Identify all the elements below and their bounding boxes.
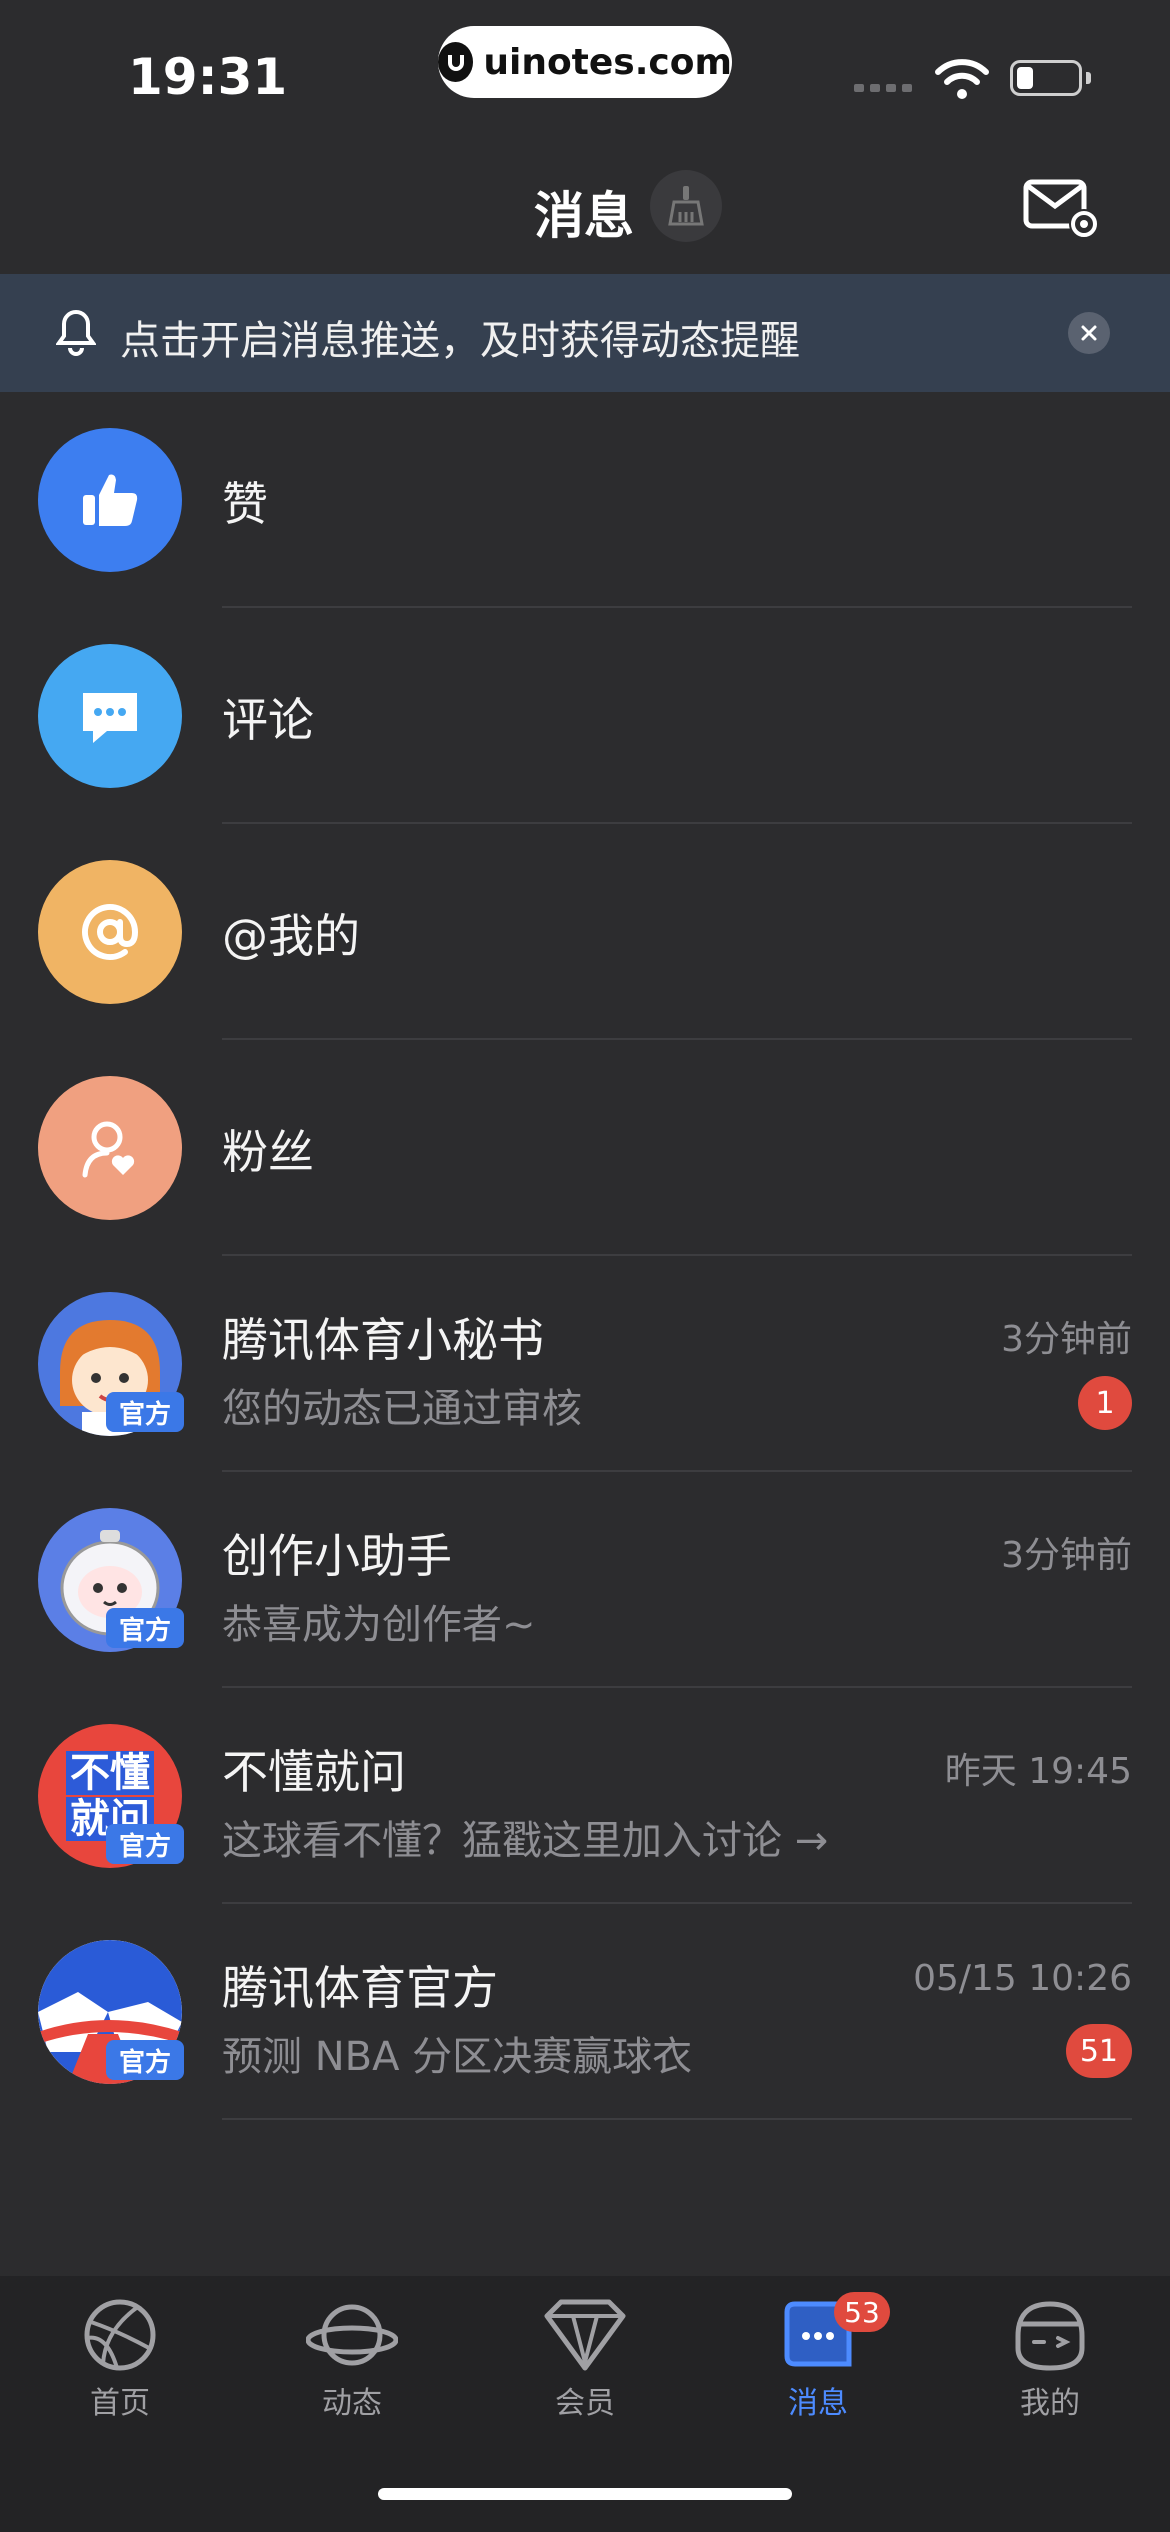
chat-time: 昨天 19:45	[944, 1751, 1132, 1792]
chat-preview: 预测 NBA 分区决赛赢球衣	[222, 2034, 693, 2080]
category-label: 粉丝	[222, 1125, 314, 1179]
tab-label: 消息	[788, 2386, 848, 2421]
chat-title: 腾讯体育官方	[222, 1961, 498, 2015]
chat-preview: 这球看不懂？猛戳这里加入讨论 →	[222, 1818, 829, 1864]
official-tag: 官方	[106, 1392, 184, 1432]
planet-icon	[306, 2304, 398, 2366]
page-title: 消息	[534, 187, 634, 245]
chat-row-creator-assistant[interactable]: 官方 创作小助手 恭喜成为创作者~ 3分钟前	[0, 1472, 1170, 1688]
chat-row-ask-anything[interactable]: 不懂 就问 官方 不懂就问 这球看不懂？猛戳这里加入讨论 → 昨天 19:45	[0, 1688, 1170, 1904]
category-row-mentions[interactable]: @我的	[0, 824, 1170, 1040]
chat-preview: 恭喜成为创作者~	[222, 1602, 536, 1648]
url-pill: uinotes.com	[438, 26, 732, 98]
unread-badge: 51	[1065, 2024, 1132, 2078]
battery-tip	[1086, 72, 1091, 84]
profile-face-icon	[1015, 2301, 1085, 2371]
unread-badge: 1	[1078, 1376, 1132, 1430]
wifi-icon	[935, 59, 989, 99]
category-row-likes[interactable]: 赞	[0, 392, 1170, 608]
tab-profile[interactable]: 我的	[970, 2298, 1130, 2438]
official-tag: 官方	[106, 1608, 184, 1648]
banner-text: 点击开启消息推送，及时获得动态提醒	[120, 318, 800, 364]
thumbs-up-icon	[38, 428, 182, 572]
home-indicator	[378, 2488, 792, 2500]
mail-settings-icon	[1023, 179, 1099, 239]
category-label: 赞	[222, 477, 268, 531]
avatar-text-line: 不懂	[66, 1751, 154, 1795]
official-tag: 官方	[106, 1824, 184, 1864]
close-icon	[1081, 325, 1097, 341]
tab-home[interactable]: 首页	[40, 2298, 200, 2438]
tab-messages[interactable]: 53 消息	[738, 2292, 898, 2438]
chat-title: 腾讯体育小秘书	[222, 1313, 544, 1367]
chat-time: 3分钟前	[1001, 1319, 1132, 1360]
push-notification-banner[interactable]: 点击开启消息推送，及时获得动态提醒	[0, 274, 1170, 392]
category-row-comments[interactable]: 评论	[0, 608, 1170, 824]
chat-preview: 您的动态已通过审核	[222, 1386, 582, 1432]
chat-row-tencent-sports-official[interactable]: 官方 腾讯体育官方 预测 NBA 分区决赛赢球衣 05/15 10:26 51	[0, 1904, 1170, 2120]
clear-unread-button[interactable]	[650, 170, 722, 242]
tab-label: 首页	[90, 2386, 150, 2421]
chat-row-tencent-secretary[interactable]: 官方 腾讯体育小秘书 您的动态已通过审核 3分钟前 1	[0, 1256, 1170, 1472]
banner-close-button[interactable]	[1068, 312, 1110, 354]
basketball-icon	[84, 2299, 156, 2371]
diamond-icon	[544, 2299, 626, 2371]
category-row-fans[interactable]: 粉丝	[0, 1040, 1170, 1256]
chat-time: 3分钟前	[1001, 1535, 1132, 1576]
tab-label: 会员	[555, 2386, 615, 2421]
tab-label: 动态	[322, 2386, 382, 2421]
chat-time: 05/15 10:26	[913, 1958, 1132, 1999]
category-label: 评论	[222, 693, 314, 747]
url-text: uinotes.com	[483, 41, 732, 83]
messages-screen: 19:31 uinotes.com 消息 点击开启消息推送，及时获得动态提醒 赞…	[0, 0, 1170, 2532]
message-settings-button[interactable]	[1022, 176, 1102, 242]
official-tag: 官方	[106, 2040, 184, 2080]
category-label: @我的	[222, 909, 360, 963]
cellular-signal-icon	[854, 84, 912, 92]
bell-icon	[56, 309, 96, 356]
tab-membership[interactable]: 会员	[505, 2298, 665, 2438]
uinotes-logo-icon	[438, 42, 474, 82]
comment-icon	[38, 644, 182, 788]
status-time: 19:31	[128, 48, 288, 106]
chat-title: 不懂就问	[222, 1745, 406, 1799]
tab-unread-badge: 53	[834, 2292, 890, 2332]
battery-icon	[1010, 60, 1082, 96]
broom-icon	[668, 186, 704, 226]
tab-feed[interactable]: 动态	[272, 2298, 432, 2438]
status-bar: 19:31 uinotes.com	[0, 0, 1170, 140]
at-icon	[38, 860, 182, 1004]
fans-icon	[38, 1076, 182, 1220]
chat-title: 创作小助手	[222, 1529, 452, 1583]
row-divider	[222, 2118, 1132, 2120]
tab-label: 我的	[1020, 2386, 1080, 2421]
